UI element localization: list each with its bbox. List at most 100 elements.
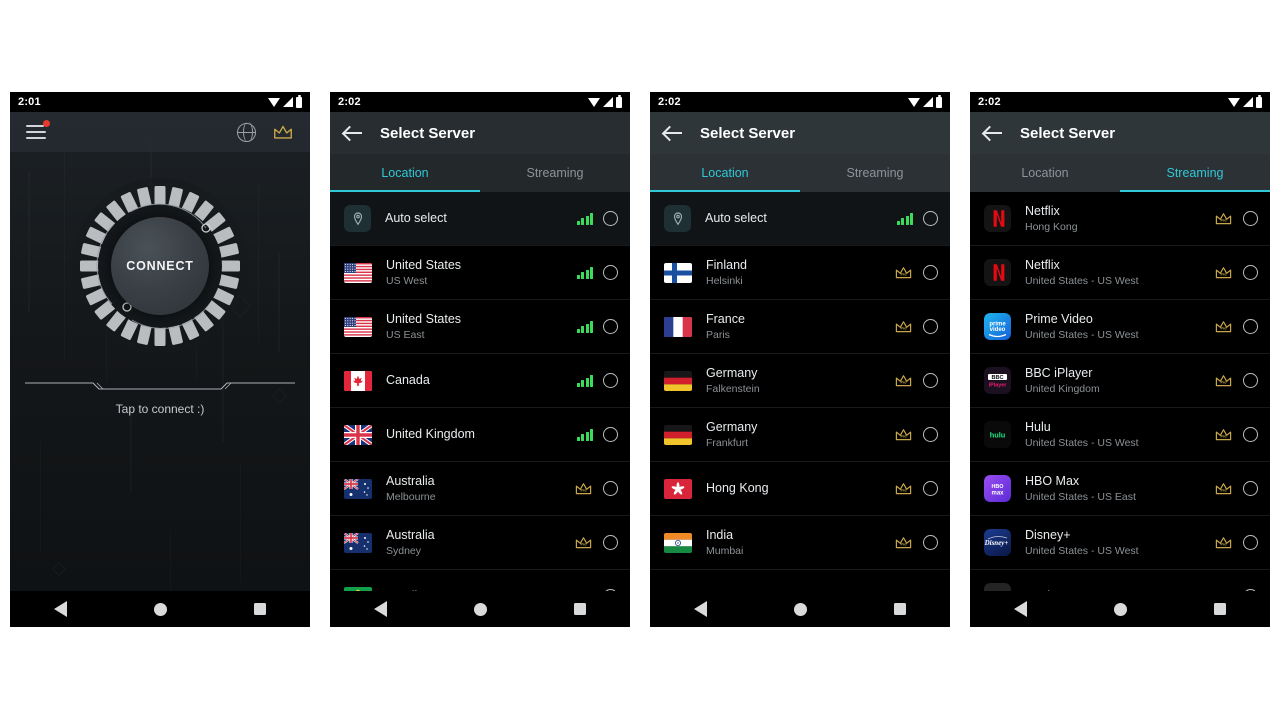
nav-back-icon[interactable] [53,601,67,617]
server-list[interactable]: Netflix Hong Kong Pro Netflix United States … [970,192,1270,627]
nav-back-icon[interactable] [373,601,387,617]
select-radio[interactable] [923,265,938,280]
table-row[interactable]: Australia Sydney Pro [330,516,630,570]
row-title: Netflix [1025,203,1060,218]
server-list[interactable]: Auto select United States US West United St… [330,192,630,627]
select-radio[interactable] [603,481,618,496]
tab-streaming[interactable]: Streaming [1120,154,1270,192]
select-radio[interactable] [923,211,938,226]
nav-home-icon[interactable] [1113,602,1127,616]
table-row[interactable]: Germany Frankfurt Pro [650,408,950,462]
row-text: Germany Frankfurt [706,420,894,450]
nav-recents-icon[interactable] [254,603,267,615]
select-radio[interactable] [603,373,618,388]
select-radio[interactable] [603,211,618,226]
flag-au-icon [344,532,372,553]
nav-recents-icon[interactable] [574,603,587,615]
table-row[interactable]: Germany Falkenstein Pro [650,354,950,408]
pro-crown-icon[interactable]: Pro [894,319,913,334]
select-radio[interactable] [603,427,618,442]
signal-strength-icon [576,428,593,441]
table-row[interactable]: United States US West [330,246,630,300]
connect-button[interactable]: CONNECT [111,217,209,315]
select-radio[interactable] [603,265,618,280]
select-radio[interactable] [1243,265,1258,280]
back-arrow-icon[interactable] [984,125,1004,141]
pro-crown-icon[interactable]: Pro [1214,481,1233,496]
nav-home-icon[interactable] [473,602,487,616]
svg-text:Pro: Pro [900,380,907,384]
tab-streaming[interactable]: Streaming [800,154,950,192]
pro-crown-icon[interactable]: Pro [574,535,593,550]
row-text: HBO Max United States - US East [1025,474,1214,504]
nav-recents-icon[interactable] [894,603,907,615]
pro-crown-icon[interactable]: Pro [1214,535,1233,550]
table-row[interactable]: United States US East [330,300,630,354]
pro-crown-icon[interactable]: Pro [1214,265,1233,280]
globe-icon[interactable] [236,122,257,142]
pro-crown-icon[interactable]: Pro [574,481,593,496]
table-row[interactable]: Netflix United States - US West Pro [970,246,1270,300]
select-radio[interactable] [1243,373,1258,388]
svg-text:Disney+: Disney+ [984,539,1008,547]
select-radio[interactable] [1243,427,1258,442]
table-row[interactable]: Hong Kong Pro [650,462,950,516]
svg-text:Pro: Pro [1220,218,1227,222]
nav-back-icon[interactable] [693,601,707,617]
pro-crown-icon[interactable]: Pro [1214,373,1233,388]
table-row[interactable]: Australia Melbourne Pro [330,462,630,516]
nav-recents-icon[interactable] [1214,603,1227,615]
table-row[interactable]: India Mumbai Pro [650,516,950,570]
connect-dial[interactable]: CONNECT [70,176,250,356]
select-radio[interactable] [923,319,938,334]
nav-home-icon[interactable] [153,602,167,616]
pro-crown-icon[interactable]: Pro [1214,319,1233,334]
select-radio[interactable] [923,535,938,550]
select-radio[interactable] [1243,535,1258,550]
table-row[interactable]: hulu Hulu United States - US West Pro [970,408,1270,462]
table-row[interactable]: Finland Helsinki Pro [650,246,950,300]
table-row[interactable]: prime video Prime Video United States - US … [970,300,1270,354]
back-arrow-icon[interactable] [344,125,364,141]
hamburger-menu-icon[interactable] [26,120,50,139]
tab-streaming[interactable]: Streaming [480,154,630,192]
select-radio[interactable] [923,481,938,496]
table-row[interactable]: HBO max HBO Max United States - US East Pro [970,462,1270,516]
table-row[interactable]: BBC iPlayer BBC iPlayer United Kingdom Pro [970,354,1270,408]
select-radio[interactable] [1243,319,1258,334]
table-row[interactable]: Netflix Hong Kong Pro [970,192,1270,246]
tab-location[interactable]: Location [970,154,1120,192]
flag-de-icon [664,370,692,391]
select-radio[interactable] [603,535,618,550]
pro-crown-icon[interactable]: Pro [894,373,913,388]
back-arrow-icon[interactable] [664,125,684,141]
select-radio[interactable] [923,373,938,388]
select-radio[interactable] [923,427,938,442]
server-list[interactable]: Auto select Finland Helsinki Pro France Paris… [650,192,950,627]
app-bar: Select Server [970,112,1270,154]
tab-location[interactable]: Location [650,154,800,192]
table-row[interactable]: Auto select [650,192,950,246]
battery-icon [936,94,942,108]
table-row[interactable]: France Paris Pro [650,300,950,354]
pro-crown-icon[interactable]: Pro [1214,427,1233,442]
tab-location[interactable]: Location [330,154,480,192]
select-radio[interactable] [603,319,618,334]
pro-crown-icon[interactable]: Pro [894,535,913,550]
pro-crown-icon[interactable]: Pro [894,427,913,442]
flag-au-icon [344,478,372,499]
crown-icon[interactable] [272,123,294,141]
table-row[interactable]: Disney+ Disney+ United States - US West Pro [970,516,1270,570]
row-text: Hulu United States - US West [1025,420,1214,450]
select-radio[interactable] [1243,211,1258,226]
pro-crown-icon[interactable]: Pro [894,265,913,280]
row-actions: Pro [894,373,938,388]
pro-crown-icon[interactable]: Pro [1214,211,1233,226]
nav-home-icon[interactable] [793,602,807,616]
select-radio[interactable] [1243,481,1258,496]
nav-back-icon[interactable] [1013,601,1027,617]
table-row[interactable]: Canada [330,354,630,408]
table-row[interactable]: United Kingdom [330,408,630,462]
pro-crown-icon[interactable]: Pro [894,481,913,496]
table-row[interactable]: Auto select [330,192,630,246]
